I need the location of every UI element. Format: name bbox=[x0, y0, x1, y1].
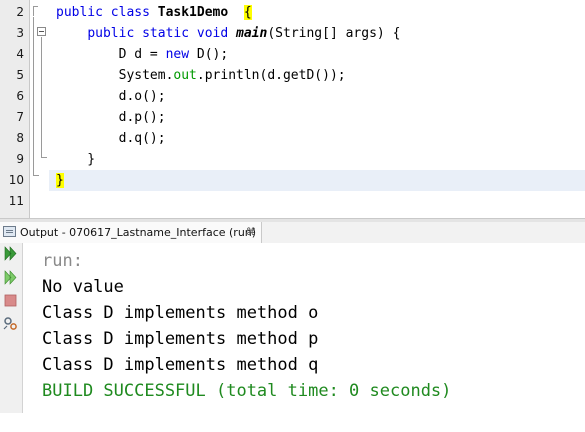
line-number: 8 bbox=[16, 131, 24, 145]
line-number: 3 bbox=[16, 26, 24, 40]
code-token: out bbox=[173, 68, 197, 83]
code-token: d.q(); bbox=[56, 131, 166, 146]
code-text: public class Task1Demo { bbox=[56, 2, 252, 23]
output-line: Class D implements method p bbox=[42, 329, 319, 349]
line-number: 9 bbox=[16, 152, 24, 166]
line-number: 5 bbox=[16, 68, 24, 82]
code-line[interactable]: 6 d.o(); bbox=[0, 86, 585, 107]
output-panel: run: No value Class D implements method o C… bbox=[0, 243, 585, 432]
matching-brace: } bbox=[56, 173, 64, 188]
code-line[interactable]: 9 } bbox=[0, 149, 585, 170]
code-line[interactable]: 4 D d = new D(); bbox=[0, 44, 585, 65]
line-number: 11 bbox=[8, 194, 24, 208]
code-text: public static void main(String[] args) { bbox=[56, 23, 400, 44]
code-token: public class bbox=[56, 5, 158, 20]
build-status-line: BUILD SUCCESSFUL (total time: 0 seconds) bbox=[42, 381, 452, 401]
code-token: Task1Demo bbox=[157, 5, 229, 20]
code-token: main bbox=[236, 26, 268, 41]
line-number: 10 bbox=[8, 173, 24, 187]
code-token: System. bbox=[56, 68, 174, 83]
close-tab-icon[interactable]: ⌘ bbox=[246, 222, 256, 243]
matching-brace: { bbox=[243, 5, 252, 20]
code-line[interactable]: 3 public static void main(String[] args)… bbox=[0, 23, 585, 44]
code-text: d.o(); bbox=[56, 86, 166, 107]
output-tab-title: Output - 070617_Lastname_Interface (run) bbox=[20, 226, 257, 239]
code-text: } bbox=[56, 170, 64, 191]
code-line[interactable]: 5 System.out.println(d.getD()); bbox=[0, 65, 585, 86]
rerun-icon[interactable] bbox=[3, 246, 18, 261]
fold-guide bbox=[33, 175, 39, 176]
code-token: d.p(); bbox=[56, 110, 166, 125]
code-token: public static void bbox=[87, 26, 237, 41]
code-line[interactable]: 10} bbox=[9, 170, 585, 191]
output-line: Class D implements method q bbox=[42, 355, 319, 375]
code-editor[interactable]: 2 public class Task1Demo {3 public static… bbox=[0, 0, 585, 218]
output-tab-bar: Output - 070617_Lastname_Interface (run)… bbox=[0, 222, 585, 244]
line-number: 2 bbox=[16, 5, 24, 19]
line-number: 7 bbox=[16, 110, 24, 124]
code-line[interactable]: 7 d.p(); bbox=[0, 107, 585, 128]
code-token: } bbox=[56, 152, 96, 167]
settings-icon[interactable] bbox=[3, 316, 18, 331]
code-token: d.o(); bbox=[56, 89, 166, 104]
output-toolbar bbox=[0, 243, 23, 413]
output-window-icon bbox=[3, 226, 16, 237]
code-text: D d = new D(); bbox=[56, 44, 229, 65]
code-text: System.out.println(d.getD()); bbox=[56, 65, 346, 86]
code-line[interactable]: 2 public class Task1Demo { bbox=[0, 2, 585, 23]
output-line: Class D implements method o bbox=[42, 303, 319, 323]
line-number: 4 bbox=[16, 47, 24, 61]
stop-icon[interactable] bbox=[3, 293, 18, 308]
code-token: (String[] args) { bbox=[267, 26, 401, 41]
tab-output[interactable]: Output - 070617_Lastname_Interface (run)… bbox=[0, 222, 262, 243]
code-token: new bbox=[165, 47, 197, 62]
code-line[interactable]: 11 bbox=[0, 191, 585, 212]
code-token: D d = bbox=[56, 47, 166, 62]
code-line[interactable]: 8 d.q(); bbox=[0, 128, 585, 149]
output-line: No value bbox=[42, 277, 124, 297]
rerun-with-options-icon[interactable] bbox=[3, 270, 18, 285]
code-text: d.q(); bbox=[56, 128, 166, 149]
output-line: run: bbox=[42, 251, 83, 271]
code-token: D(); bbox=[196, 47, 229, 62]
code-text: d.p(); bbox=[56, 107, 166, 128]
code-token: .println(d.getD()); bbox=[196, 68, 346, 83]
code-text: } bbox=[56, 149, 95, 170]
line-number: 6 bbox=[16, 89, 24, 103]
